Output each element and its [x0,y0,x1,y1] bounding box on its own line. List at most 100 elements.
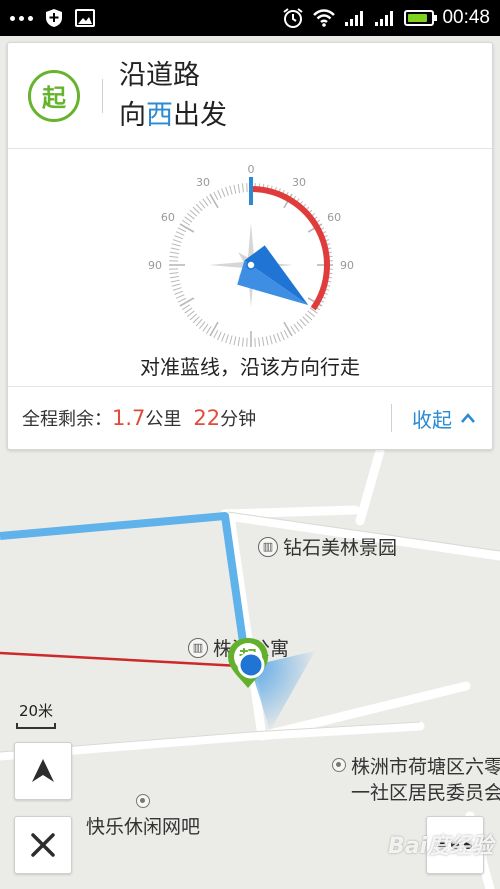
compass-tick [169,275,179,279]
compass-tick [199,321,206,330]
status-bar: 00:48 [0,0,500,36]
start-badge: 起 [28,69,80,122]
compass-tick [195,318,203,327]
compass-tick [261,337,265,347]
compass-tick [265,336,269,346]
compass-mode-button[interactable] [14,742,72,800]
compass-tick [217,189,222,199]
compass-tick [258,337,261,347]
compass-tick [209,193,219,209]
close-icon [31,833,55,857]
compass-tick [283,321,293,337]
remaining-label: 全程剩余： [22,409,112,430]
compass-tick-label: 30 [292,176,306,189]
compass-tick [174,290,184,295]
scale-bar [16,723,56,729]
compass-tick [169,251,179,255]
compass-tick [213,329,219,339]
compass-tick-label: 60 [327,211,341,224]
compass-tick-label: 30 [196,176,210,189]
compass-tick [202,323,209,332]
compass-tick [237,183,241,193]
signal-icon [345,11,364,26]
guidance-card: 起 沿道路 向西出发 0 30 30 60 60 90 90 对准蓝线，沿该方向行走 全程剩… [7,42,493,450]
compass-tick [172,239,182,243]
compass-tick [283,329,289,339]
watermark: Bai度经验 [388,834,494,859]
compass-tick [202,198,209,207]
time-value: 22 [193,406,221,430]
wifi-icon [313,9,336,27]
compass-tick [209,321,219,337]
signal-icon [375,11,394,26]
distance-value: 1.7 [112,406,146,430]
compass-tick [290,325,297,335]
compass-tick-label: 90 [340,259,354,272]
compass-tick-label: 0 [248,163,255,176]
compass-tick [213,191,219,201]
compass-tick [304,313,313,321]
compass-tick [169,272,179,275]
compass-tick [186,213,195,220]
compass-tick [302,316,310,324]
compass-tick [170,279,180,283]
compass-tick [184,216,193,223]
compass-tick [237,337,241,347]
compass-tick [179,223,195,233]
compass-panel: 0 30 30 60 60 90 90 对准蓝线，沿该方向行走 [8,149,492,387]
compass-tick [171,243,181,247]
compass-tick [225,334,229,344]
image-icon [75,9,95,27]
location-dot-icon [332,758,346,772]
compass-tick-label: 90 [148,259,162,272]
close-button[interactable] [14,816,72,874]
poi-happy-internet-cafe[interactable]: 快乐休闲网吧 [86,794,200,839]
clock: 00:48 [442,7,490,28]
compass-tick [169,255,179,258]
compass-tick [184,307,193,314]
location-dot-icon [136,794,150,808]
compass-tick [273,334,277,344]
compass-tick [181,219,191,226]
compass-tick [205,325,212,335]
remaining-summary: 全程剩余： 1.7 公里 22 分钟 收起 [8,387,492,449]
compass-tick [192,316,200,324]
compass-tick [280,331,285,341]
building-icon: ▥ [258,536,278,557]
battery-icon [404,10,438,26]
poi-community-committee[interactable]: 株洲市荷塘区六零 一社区居民委员会 [332,754,500,806]
compass-tick [221,332,226,342]
divider [102,78,103,113]
compass-tick [276,332,281,342]
shield-plus-icon [46,9,62,27]
compass-tick [269,335,273,345]
poi-diamond-garden[interactable]: ▥ 钻石美林景园 [258,533,397,560]
compass-tick [177,227,187,233]
instruction-header: 起 沿道路 向西出发 [8,43,492,149]
collapse-button[interactable]: 收起 [392,404,492,433]
compass-tick [172,287,182,291]
compass-tick [229,335,233,345]
compass-hint: 对准蓝线，沿该方向行走 [140,355,360,379]
compass-tick [307,310,316,317]
compass-tick [299,318,307,327]
compass-tick [179,297,195,307]
compass-tick [296,321,303,330]
compass-tick [241,183,244,193]
compass-tick [199,200,206,209]
instruction-text: 沿道路 向西出发 [119,59,227,131]
compass-tick [229,185,233,195]
compass-tick [233,184,237,194]
compass-tick [174,235,184,240]
compass-tick [192,206,200,214]
compass-tick [177,297,187,303]
compass-tick [175,294,185,299]
compass-center [246,260,256,270]
compass-tick [195,203,203,212]
building-icon: ▥ [188,637,208,658]
compass-tick [221,188,226,198]
chevron-up-icon [461,413,475,423]
compass-tick [233,336,237,346]
compass-tick [171,283,181,287]
compass-tick [205,195,212,205]
